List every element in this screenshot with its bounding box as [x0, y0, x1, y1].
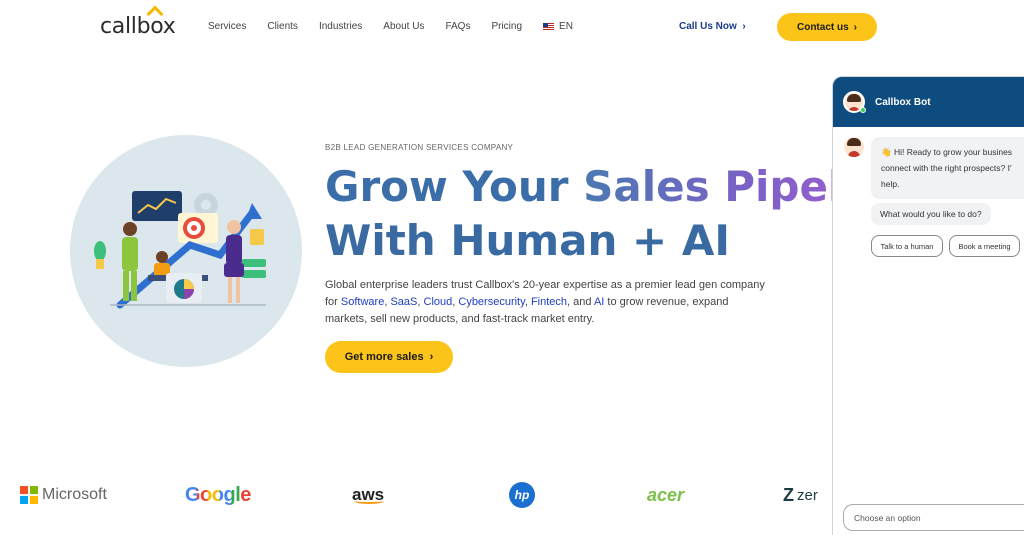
- contact-us-label: Contact us: [796, 21, 849, 33]
- cta-label: Get more sales: [344, 351, 424, 363]
- zendesk-logo: Z zer: [783, 478, 818, 512]
- call-us-label: Call Us Now: [679, 21, 737, 32]
- chevron-right-icon: ›: [853, 21, 857, 33]
- hp-logo: hp: [509, 478, 535, 512]
- bot-question-message: What would you like to do?: [871, 203, 991, 225]
- google-logo: Google: [185, 478, 251, 512]
- desc-text-2: to grow revenue, expand markets, sell ne…: [325, 296, 729, 325]
- chat-widget: Callbox Bot 👋 Hi! Ready to grow your bus…: [832, 76, 1024, 535]
- aws-smile-icon: [354, 498, 384, 504]
- nav-about-us[interactable]: About Us: [383, 21, 424, 32]
- headline-part-1: Grow Your: [325, 162, 569, 211]
- nav-faqs[interactable]: FAQs: [445, 21, 470, 32]
- zendesk-brand: Z zer: [783, 485, 818, 506]
- chevron-right-icon: ›: [429, 351, 434, 363]
- nav-pricing[interactable]: Pricing: [491, 21, 522, 32]
- microsoft-grid-icon: [20, 486, 38, 504]
- nav-clients[interactable]: Clients: [267, 21, 298, 32]
- get-more-sales-button[interactable]: Get more sales ›: [325, 341, 453, 373]
- link-software[interactable]: Software: [341, 296, 384, 308]
- logo-text: callbox: [100, 14, 176, 39]
- headline-part-2: Sales Pipeli: [583, 162, 845, 211]
- hero-eyebrow: B2B LEAD GENERATION SERVICES COMPANY: [325, 143, 514, 152]
- greeting-line-1: 👋 Hi! Ready to grow your busines: [881, 147, 1013, 157]
- hero-headline: Grow Your Sales Pipeli With Human + AI: [325, 160, 845, 268]
- hero-illustration: [70, 135, 302, 367]
- bot-greeting-message: 👋 Hi! Ready to grow your busines connect…: [871, 137, 1024, 199]
- microsoft-logo: Microsoft: [20, 478, 107, 512]
- google-text: Google: [185, 483, 251, 506]
- talk-to-human-button[interactable]: Talk to a human: [871, 235, 943, 257]
- sales-team-illustration: [94, 191, 266, 309]
- contact-us-button[interactable]: Contact us ›: [777, 13, 877, 41]
- chat-option-input[interactable]: Choose an option: [843, 504, 1024, 531]
- greeting-line-3: help.: [881, 179, 900, 189]
- chat-title: Callbox Bot: [875, 96, 931, 108]
- link-ai[interactable]: AI: [594, 296, 604, 308]
- zendesk-text: zer: [797, 486, 818, 504]
- bot-message-avatar-icon: [844, 137, 864, 157]
- acer-logo: acer: [647, 478, 684, 512]
- nav-services[interactable]: Services: [208, 21, 246, 32]
- acer-text: acer: [647, 484, 685, 505]
- link-cloud[interactable]: Cloud: [424, 296, 453, 308]
- callbox-logo[interactable]: callbox: [100, 5, 176, 40]
- client-logos: Microsoft Google aws hp acer Z zer: [0, 478, 830, 512]
- call-us-now-link[interactable]: Call Us Now ›: [679, 21, 746, 32]
- language-label: EN: [559, 21, 573, 32]
- hp-text: hp: [509, 482, 535, 508]
- language-selector[interactable]: EN: [543, 21, 573, 32]
- online-status-dot: [860, 107, 866, 113]
- us-flag-icon: [543, 23, 555, 30]
- link-fintech[interactable]: Fintech: [531, 296, 567, 308]
- chat-header: Callbox Bot: [833, 77, 1024, 127]
- microsoft-text: Microsoft: [42, 486, 107, 503]
- greeting-line-2: connect with the right prospects? I': [881, 163, 1012, 173]
- aws-logo: aws: [352, 478, 384, 512]
- nav-industries[interactable]: Industries: [319, 21, 362, 32]
- zendesk-z-icon: Z: [783, 484, 794, 505]
- link-saas[interactable]: SaaS: [390, 296, 417, 308]
- headline-line-2: With Human + AI: [325, 216, 730, 265]
- main-nav: Services Clients Industries About Us FAQ…: [208, 21, 573, 32]
- link-cybersecurity[interactable]: Cybersecurity: [458, 296, 524, 308]
- hero-description: Global enterprise leaders trust Callbox'…: [325, 279, 765, 325]
- chevron-right-icon: ›: [739, 21, 746, 32]
- book-meeting-button[interactable]: Book a meeting: [949, 235, 1020, 257]
